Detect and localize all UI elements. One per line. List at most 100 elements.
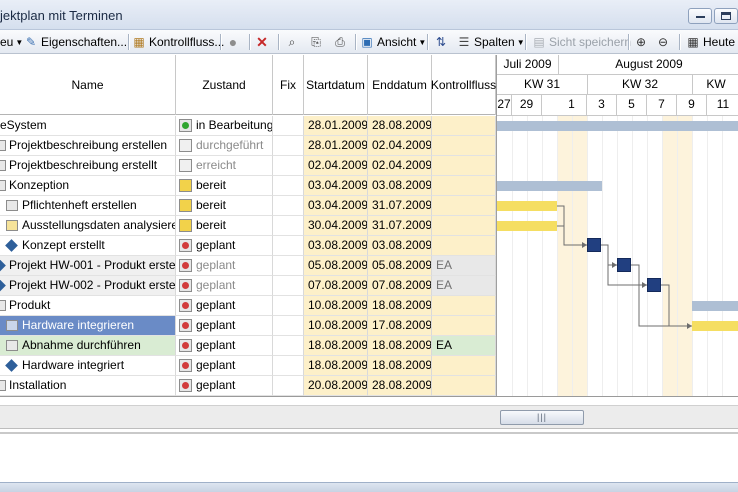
- properties-button[interactable]: ✎ Eigenschaften...: [24, 32, 127, 52]
- end-date: 03.08.2009: [368, 176, 432, 196]
- task-icon: [6, 200, 18, 211]
- minimize-icon: [696, 16, 705, 18]
- table-row[interactable]: Ausstellungsdaten analysieren bereit 30.…: [0, 216, 496, 236]
- end-date: 05.08.2009: [368, 256, 432, 276]
- fix-cell[interactable]: [273, 236, 304, 256]
- table-row[interactable]: Hardware integriert geplant 18.08.2009 1…: [0, 356, 496, 376]
- fix-cell[interactable]: [273, 376, 304, 396]
- table-row[interactable]: Projekt HW-001 - Produkt erstellt geplan…: [0, 256, 496, 276]
- table-row[interactable]: Projektbeschreibung erstellt erreicht 02…: [0, 156, 496, 176]
- task-icon: [6, 320, 18, 331]
- fix-cell[interactable]: [273, 336, 304, 356]
- task-name: Projekt HW-002 - Produkt erstellt: [9, 278, 176, 292]
- print-button[interactable]: ⎙: [333, 32, 350, 52]
- zoom-out-button[interactable]: ⊖: [656, 32, 673, 52]
- status-icon: [179, 199, 192, 212]
- table-row[interactable]: Projektbeschreibung erstellen durchgefüh…: [0, 136, 496, 156]
- gantt-chart[interactable]: Juli 2009 August 2009 KW 31 KW 32 KW 27 …: [496, 55, 738, 397]
- save-view-label: Sicht speichern: [549, 35, 632, 49]
- new-menu-button[interactable]: eu ▼: [0, 32, 23, 52]
- table-row[interactable]: Konzept erstellt geplant 03.08.2009 03.0…: [0, 236, 496, 256]
- day-label: 1: [557, 95, 587, 115]
- fix-cell[interactable]: [273, 136, 304, 156]
- view-icon: ▣: [361, 35, 373, 49]
- delete-button[interactable]: ✕: [255, 32, 272, 52]
- fix-cell[interactable]: [273, 276, 304, 296]
- fix-cell[interactable]: [273, 116, 304, 136]
- column-header-controlflow[interactable]: Kontrollfluss: [431, 55, 496, 115]
- toolbar-separator: [628, 34, 629, 50]
- table-row[interactable]: Konzeption bereit 03.04.2009 03.08.2009: [0, 176, 496, 196]
- comment-button[interactable]: ●: [226, 32, 243, 52]
- day-label: 5: [617, 95, 647, 115]
- status-icon: [179, 279, 192, 292]
- fix-cell[interactable]: [273, 316, 304, 336]
- column-header-start[interactable]: Startdatum: [304, 55, 368, 115]
- maximize-button[interactable]: [714, 8, 738, 24]
- fix-cell[interactable]: [273, 156, 304, 176]
- chevron-down-icon: ▼: [15, 37, 24, 47]
- column-header-state[interactable]: Zustand: [176, 55, 273, 115]
- search-icon: ⌕: [288, 35, 296, 49]
- start-date: 05.08.2009: [304, 256, 368, 276]
- today-button[interactable]: ▦ Heute: [686, 32, 735, 52]
- day-label: 29: [512, 95, 542, 115]
- column-header-fix[interactable]: Fix: [273, 55, 304, 115]
- status-icon: [179, 299, 192, 312]
- view-label: Ansicht: [377, 35, 417, 49]
- fix-cell[interactable]: [273, 176, 304, 196]
- table-row[interactable]: Projekt HW-002 - Produkt erstellt geplan…: [0, 276, 496, 296]
- start-date: 07.08.2009: [304, 276, 368, 296]
- toolbar-separator: [278, 34, 279, 50]
- task-state: bereit: [196, 178, 227, 192]
- status-icon: [179, 179, 192, 192]
- day-label: 9: [677, 95, 707, 115]
- task-state: erreicht: [196, 158, 237, 172]
- window-title: jektplan mit Terminen: [0, 8, 123, 23]
- end-date: 31.07.2009: [368, 216, 432, 236]
- fix-cell[interactable]: [273, 296, 304, 316]
- fix-cell[interactable]: [273, 256, 304, 276]
- search-button[interactable]: ⌕: [285, 32, 302, 52]
- minimize-button[interactable]: [688, 8, 712, 24]
- day-label: 7: [647, 95, 677, 115]
- table-row[interactable]: Installation geplant 20.08.2009 28.08.20…: [0, 376, 496, 396]
- controlflow-button[interactable]: ▦ Kontrollfluss...: [132, 32, 224, 52]
- fix-cell[interactable]: [273, 216, 304, 236]
- task-name: Installation: [9, 378, 67, 392]
- table-row[interactable]: eSystem in Bearbeitung 28.01.2009 28.08.…: [0, 116, 496, 136]
- task-name: Konzeption: [9, 178, 70, 192]
- fix-cell[interactable]: [273, 196, 304, 216]
- table-row-selected[interactable]: Hardware integrieren geplant 10.08.2009 …: [0, 316, 496, 336]
- column-header-name[interactable]: Name: [0, 55, 176, 115]
- status-icon: [179, 259, 192, 272]
- table-row[interactable]: Abnahme durchführen geplant 18.08.2009 1…: [0, 336, 496, 356]
- task-state: geplant: [196, 378, 236, 392]
- zoom-in-button[interactable]: ⊕: [634, 32, 651, 52]
- columns-icon: ☰: [458, 35, 470, 49]
- task-name: Projektbeschreibung erstellt: [9, 158, 158, 172]
- toolbar-separator: [249, 34, 250, 50]
- task-state: geplant: [196, 278, 236, 292]
- view-button[interactable]: ▣ Ansicht ▼: [360, 32, 426, 52]
- column-header-end[interactable]: Enddatum: [368, 55, 432, 115]
- toolbar-separator: [355, 34, 356, 50]
- columns-button[interactable]: ☰ Spalten ▼: [457, 32, 525, 52]
- sort-button[interactable]: ⇅: [434, 32, 451, 52]
- end-date: 02.04.2009: [368, 156, 432, 176]
- end-date: 07.08.2009: [368, 276, 432, 296]
- fix-cell[interactable]: [273, 356, 304, 376]
- controlflow-cell: [432, 296, 496, 316]
- controlflow-cell: [432, 136, 496, 156]
- export-button[interactable]: ⎘: [309, 32, 326, 52]
- table-row[interactable]: Produkt geplant 10.08.2009 18.08.2009: [0, 296, 496, 316]
- controlflow-label: Kontrollfluss...: [149, 35, 225, 49]
- start-date: 03.08.2009: [304, 236, 368, 256]
- horizontal-scrollbar[interactable]: |||: [0, 405, 738, 429]
- status-icon: [179, 159, 192, 172]
- table-row[interactable]: Pflichtenheft erstellen bereit 03.04.200…: [0, 196, 496, 216]
- scrollbar-thumb[interactable]: |||: [500, 410, 584, 425]
- save-view-button[interactable]: ▤ Sicht speichern: [532, 32, 631, 52]
- controlflow-cell: [432, 236, 496, 256]
- task-state: geplant: [196, 358, 236, 372]
